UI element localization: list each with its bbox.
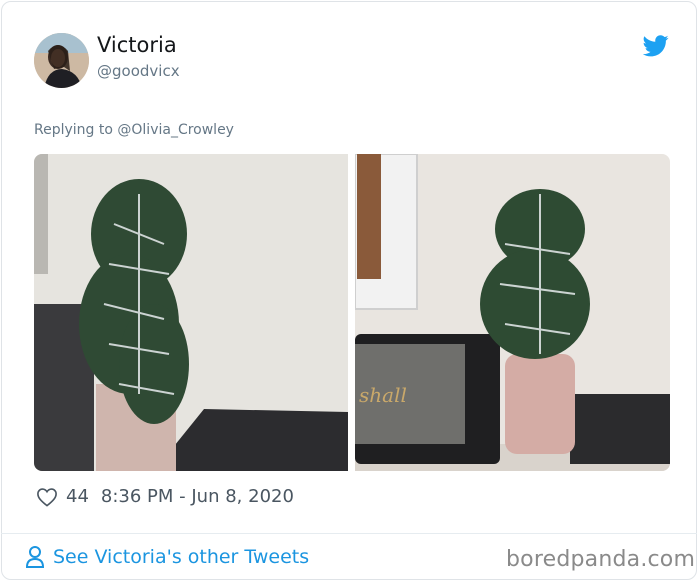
watermark-logo: boredpanda.com: [506, 547, 696, 572]
tweet-card: Victoria @goodvicx Replying to @Olivia_C…: [1, 1, 697, 580]
heart-icon[interactable]: [36, 487, 58, 507]
person-icon: [25, 546, 45, 568]
avatar[interactable]: [34, 33, 89, 88]
author-name[interactable]: Victoria: [97, 33, 177, 57]
tweet-photo-1[interactable]: [34, 154, 348, 471]
tweet-timestamp[interactable]: 8:36 PM - Jun 8, 2020: [101, 486, 294, 507]
footer-divider: [1, 533, 697, 534]
reply-prefix: Replying to: [34, 122, 118, 138]
tweet-meta: 44 8:36 PM - Jun 8, 2020: [36, 486, 294, 507]
svg-text:shall: shall: [359, 383, 407, 407]
replying-to: Replying to @Olivia_Crowley: [34, 122, 234, 138]
see-other-tweets-label[interactable]: See Victoria's other Tweets: [53, 546, 309, 568]
tweet-photo-2[interactable]: shall: [355, 154, 670, 471]
reply-mention-link[interactable]: @Olivia_Crowley: [117, 122, 234, 138]
twitter-bird-icon[interactable]: [643, 35, 669, 57]
author-handle[interactable]: @goodvicx: [97, 62, 180, 80]
like-count: 44: [66, 486, 89, 507]
see-other-tweets-link[interactable]: See Victoria's other Tweets: [25, 545, 309, 569]
